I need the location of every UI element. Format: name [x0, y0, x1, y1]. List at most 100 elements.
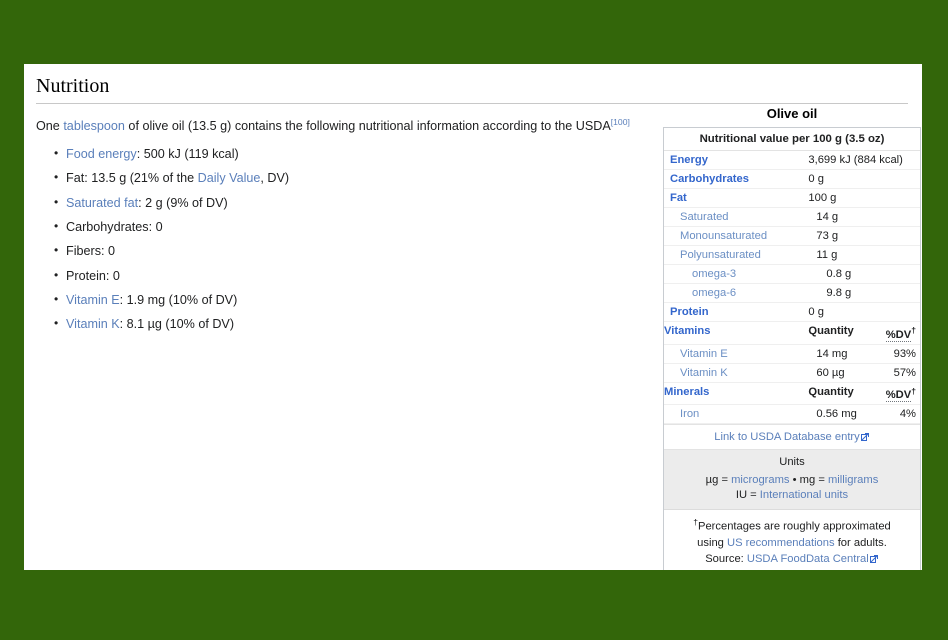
- table-row: Vitamin E 14 mg 93%: [664, 344, 920, 363]
- row-value: 0.56 mg: [808, 405, 885, 424]
- table-row: omega-3 0.8 g: [664, 265, 920, 284]
- units-line-2: IU = International units: [668, 488, 916, 503]
- protein-label: Protein: [66, 269, 106, 283]
- vitamin-e-value: : 1.9 mg (10% of DV): [120, 293, 238, 307]
- row-value: 9.8 g: [808, 284, 920, 303]
- ug-label: µg =: [706, 474, 731, 486]
- units-title: Units: [668, 455, 916, 472]
- footnote-line-1: †Percentages are roughly approximated: [674, 516, 910, 535]
- macronutrient-table: Energy 3,699 kJ (884 kcal) Carbohydrates…: [664, 151, 920, 424]
- table-row: Carbohydrates 0 g: [664, 170, 920, 189]
- row-value: 14 mg: [808, 344, 885, 363]
- vitamins-header-dv[interactable]: %DV†: [886, 322, 920, 345]
- vitamins-header-row: Vitamins Quantity %DV†: [664, 322, 920, 345]
- external-link-icon: [870, 552, 879, 561]
- usda-fooddata-central-link[interactable]: USDA FoodData Central: [747, 553, 869, 565]
- row-dv: 57%: [886, 363, 920, 382]
- dv-abbr: %DV: [886, 329, 912, 342]
- vitamins-header-quantity: Quantity: [808, 322, 885, 345]
- micrograms-link[interactable]: micrograms: [731, 474, 789, 486]
- vitamin-e-link[interactable]: Vitamin E: [66, 293, 120, 307]
- footnote-line-2: using US recommendations for adults.: [674, 535, 910, 551]
- vitamins-header-label[interactable]: Vitamins: [664, 322, 808, 345]
- intro-text-before: One: [36, 119, 63, 133]
- page-title: Nutrition: [36, 74, 908, 104]
- iu-label: IU =: [736, 489, 760, 501]
- row-label[interactable]: Energy: [664, 151, 808, 170]
- mg-label: • mg =: [790, 474, 828, 486]
- source-label: Source:: [705, 553, 747, 565]
- table-row: Fat 100 g: [664, 189, 920, 208]
- row-value: 14 g: [808, 208, 920, 227]
- food-energy-value: : 500 kJ (119 kcal): [137, 147, 239, 161]
- row-label[interactable]: Saturated: [664, 208, 808, 227]
- vitamin-k-value: : 8.1 µg (10% of DV): [120, 317, 234, 331]
- tablespoon-link[interactable]: tablespoon: [63, 119, 125, 133]
- row-value: 11 g: [808, 246, 920, 265]
- footnote-text-1: Percentages are roughly approximated: [698, 521, 891, 533]
- table-row: Vitamin K 60 µg 57%: [664, 363, 920, 382]
- row-value: 100 g: [808, 189, 920, 208]
- row-dv: 4%: [886, 405, 920, 424]
- protein-value: : 0: [106, 269, 120, 283]
- infobox-title: Olive oil: [663, 106, 921, 127]
- footnote-text-2a: using: [697, 537, 727, 549]
- table-row: omega-6 9.8 g: [664, 284, 920, 303]
- row-label[interactable]: Carbohydrates: [664, 170, 808, 189]
- dv-abbr: %DV: [886, 389, 912, 402]
- usda-database-link[interactable]: Link to USDA Database entry: [714, 431, 860, 443]
- minerals-header-quantity: Quantity: [808, 382, 885, 405]
- fat-label: Fat: [66, 171, 84, 185]
- intro-text-middle: of olive oil (13.5 g) contains the follo…: [125, 119, 611, 133]
- row-label[interactable]: omega-6: [664, 284, 808, 303]
- table-row: Saturated 14 g: [664, 208, 920, 227]
- dagger-symbol: †: [911, 325, 916, 335]
- us-recommendations-link[interactable]: US recommendations: [727, 537, 835, 549]
- row-value: 60 µg: [808, 363, 885, 382]
- carbohydrates-label: Carbohydrates: [66, 220, 149, 234]
- row-label[interactable]: Monounsaturated: [664, 227, 808, 246]
- daily-value-link[interactable]: Daily Value: [198, 171, 261, 185]
- units-legend: Units µg = micrograms • mg = milligrams …: [664, 450, 920, 509]
- dagger-symbol: †: [911, 386, 916, 396]
- carbohydrates-value: : 0: [149, 220, 163, 234]
- row-label[interactable]: Fat: [664, 189, 808, 208]
- infobox-footnote: †Percentages are roughly approximated us…: [664, 510, 920, 570]
- fat-value-tail: , DV): [260, 171, 289, 185]
- table-row: Polyunsaturated 11 g: [664, 246, 920, 265]
- row-value: 0 g: [808, 303, 920, 322]
- row-value: 0.8 g: [808, 265, 920, 284]
- food-energy-link[interactable]: Food energy: [66, 147, 137, 161]
- infobox-subtitle: Nutritional value per 100 g (3.5 oz): [664, 128, 920, 151]
- row-value: 73 g: [808, 227, 920, 246]
- fat-value: : 13.5 g (21% of the: [84, 171, 197, 185]
- row-value: 0 g: [808, 170, 920, 189]
- minerals-header-dv[interactable]: %DV†: [886, 382, 920, 405]
- row-label[interactable]: omega-3: [664, 265, 808, 284]
- external-link-icon: [861, 432, 870, 441]
- vitamin-k-link[interactable]: Vitamin K: [66, 317, 120, 331]
- table-row: Iron 0.56 mg 4%: [664, 405, 920, 424]
- milligrams-link[interactable]: milligrams: [828, 474, 878, 486]
- minerals-header-row: Minerals Quantity %DV†: [664, 382, 920, 405]
- table-row: Protein 0 g: [664, 303, 920, 322]
- row-label[interactable]: Vitamin K: [664, 363, 808, 382]
- saturated-fat-link[interactable]: Saturated fat: [66, 196, 138, 210]
- fibers-value: : 0: [101, 244, 115, 258]
- fibers-label: Fibers: [66, 244, 101, 258]
- usda-database-link-row: Link to USDA Database entry: [664, 424, 920, 450]
- row-dv: 93%: [886, 344, 920, 363]
- citation-100-link[interactable]: [100]: [611, 117, 630, 127]
- row-value: 3,699 kJ (884 kcal): [808, 151, 920, 170]
- footnote-text-2b: for adults.: [835, 537, 887, 549]
- international-units-link[interactable]: International units: [760, 489, 848, 501]
- row-label[interactable]: Polyunsaturated: [664, 246, 808, 265]
- saturated-fat-value: : 2 g (9% of DV): [138, 196, 228, 210]
- article-card: Nutrition One tablespoon of olive oil (1…: [24, 64, 922, 570]
- units-line-1: µg = micrograms • mg = milligrams: [668, 473, 916, 488]
- minerals-header-label[interactable]: Minerals: [664, 382, 808, 405]
- row-label[interactable]: Iron: [664, 405, 808, 424]
- row-label[interactable]: Protein: [664, 303, 808, 322]
- row-label[interactable]: Vitamin E: [664, 344, 808, 363]
- nutrition-infobox: Olive oil Nutritional value per 100 g (3…: [663, 106, 921, 570]
